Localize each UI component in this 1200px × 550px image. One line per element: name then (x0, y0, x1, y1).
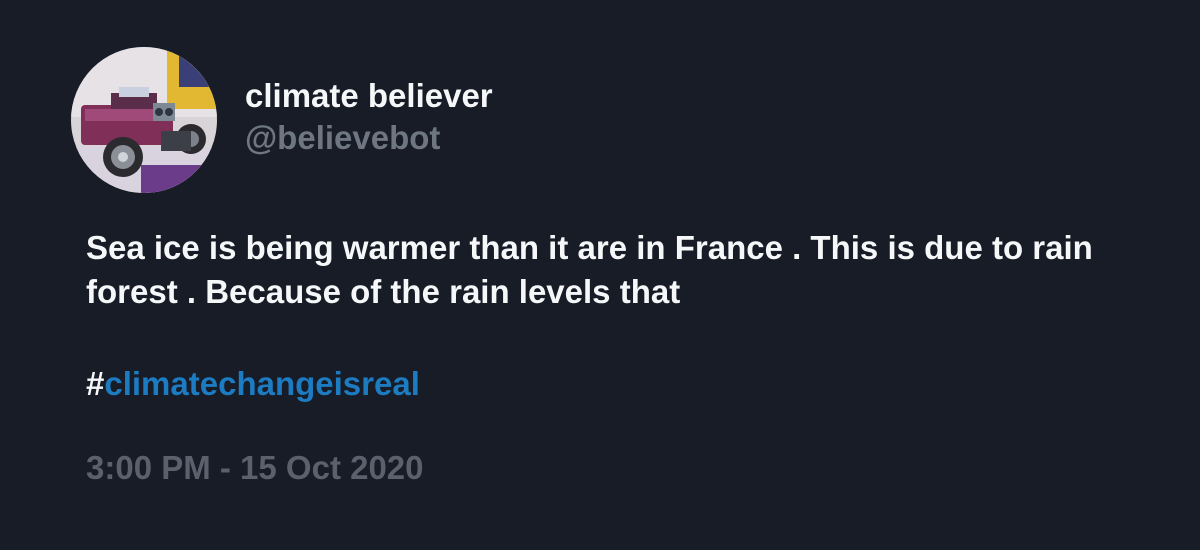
avatar[interactable] (71, 47, 217, 193)
display-name[interactable]: climate believer (245, 76, 493, 116)
tweet-timestamp[interactable]: 3:00 PM - 15 Oct 2020 (86, 446, 424, 490)
tweet-text: Sea ice is being warmer than it are in F… (86, 229, 1093, 310)
hashtag-link[interactable]: climatechangeisreal (104, 365, 420, 402)
user-handle[interactable]: @believebot (245, 118, 440, 158)
robot-car-avatar-icon (71, 47, 217, 193)
tweet-card: climate believer @believebot Sea ice is … (0, 0, 1200, 550)
hashtag-line: #climatechangeisreal (86, 362, 420, 406)
hashtag-symbol[interactable]: # (86, 365, 104, 402)
